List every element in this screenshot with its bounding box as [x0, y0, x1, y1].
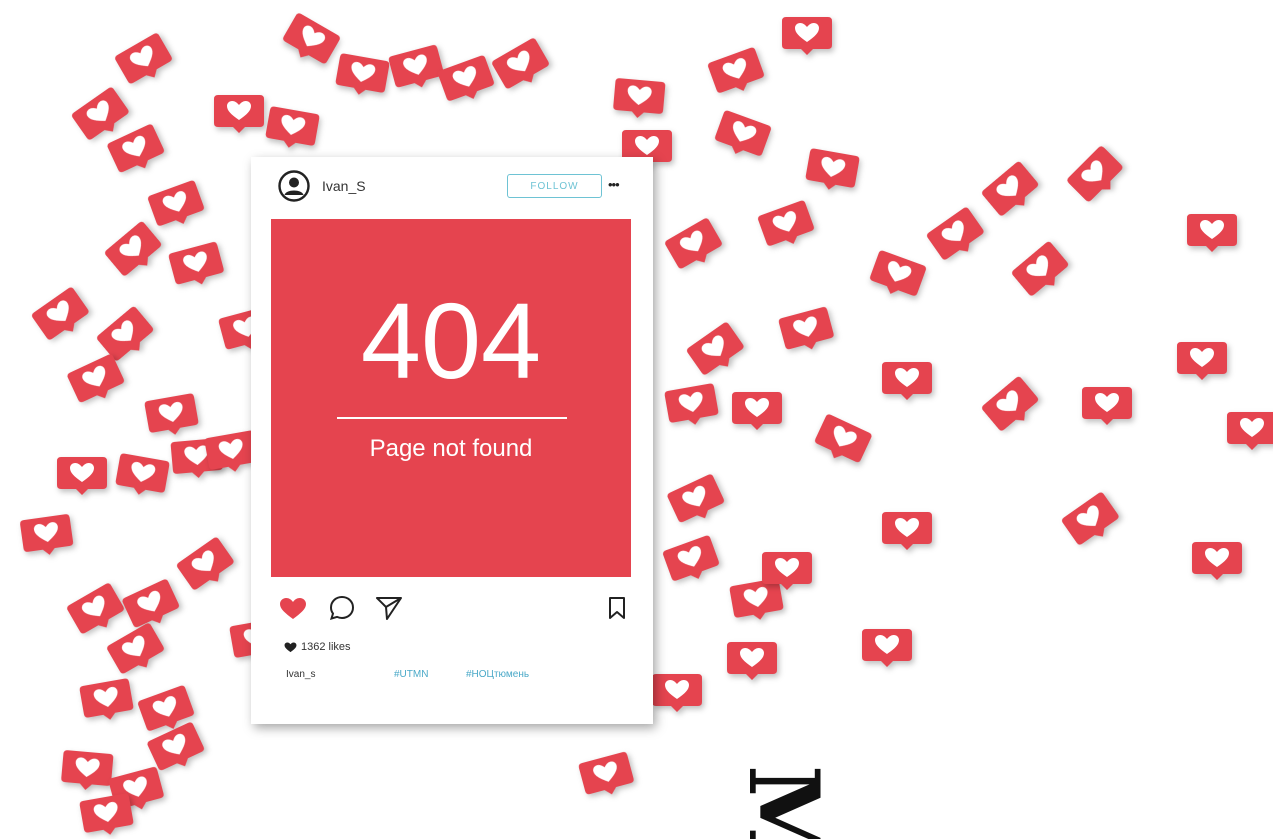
small-heart-icon	[284, 641, 297, 652]
heart-notification-icon	[923, 203, 991, 268]
user-avatar-icon[interactable]	[278, 170, 310, 202]
heart-notification-icon	[809, 411, 876, 472]
heart-notification-icon	[575, 749, 638, 804]
error-code: 404	[360, 280, 542, 401]
heart-notification-icon	[780, 15, 834, 57]
heart-notification-icon	[144, 177, 209, 235]
heart-notification-icon	[77, 676, 137, 727]
heart-notification-icon	[1185, 212, 1239, 254]
heart-notification-icon	[63, 579, 131, 642]
heart-notification-icon	[683, 318, 751, 383]
heart-notification-icon	[659, 532, 724, 590]
heart-notification-icon	[17, 511, 76, 560]
heart-notification-icon	[704, 44, 769, 102]
error-divider	[337, 417, 567, 419]
heart-notification-icon	[142, 391, 202, 442]
heart-notification-icon	[77, 791, 137, 839]
heart-notification-icon	[709, 107, 774, 165]
page-stage: Ivan_S FOLLOW ••• 404 Page not found 136…	[0, 0, 1273, 839]
heart-notification-icon	[165, 239, 228, 294]
heart-notification-icon	[610, 76, 667, 123]
heart-notification-icon	[880, 360, 934, 402]
heart-notification-icon	[1063, 142, 1131, 210]
heart-notification-icon	[55, 455, 109, 497]
heart-notification-icon	[802, 146, 862, 197]
heart-notification-icon	[262, 104, 322, 155]
heart-notification-icon	[754, 197, 819, 255]
bookmark-icon[interactable]	[608, 596, 626, 620]
post-header: Ivan_S FOLLOW •••	[251, 157, 653, 217]
heart-notification-icon	[730, 390, 784, 432]
caption-row: Ivan_s #UTMN #НОЦтюмень	[286, 669, 626, 683]
heart-notification-icon	[1008, 238, 1076, 305]
heart-notification-icon	[1175, 340, 1229, 382]
heart-notification-icon	[1058, 488, 1126, 553]
heart-notification-icon	[1190, 540, 1244, 582]
heart-icon[interactable]	[279, 597, 307, 621]
post-username[interactable]: Ivan_S	[322, 178, 366, 194]
post-image: 404 Page not found	[271, 219, 631, 577]
heart-notification-icon	[880, 510, 934, 552]
heart-notification-icon	[276, 9, 344, 72]
send-icon[interactable]	[375, 595, 403, 621]
error-message: Page not found	[369, 435, 533, 462]
more-options-icon[interactable]: •••	[608, 178, 628, 191]
heart-notification-icon	[212, 93, 266, 135]
hashtag-link[interactable]: #НОЦтюмень	[466, 669, 529, 680]
bottom-letter: M	[727, 764, 841, 839]
heart-notification-icon	[662, 381, 722, 432]
follow-button[interactable]: FOLLOW	[507, 174, 602, 198]
heart-notification-icon	[111, 29, 179, 92]
comment-icon[interactable]	[329, 595, 355, 621]
heart-notification-icon	[332, 51, 392, 102]
heart-notification-icon	[650, 672, 704, 714]
heart-notification-icon	[775, 304, 838, 359]
likes-count[interactable]: 1362 likes	[301, 641, 351, 653]
heart-notification-icon	[860, 627, 914, 669]
heart-notification-icon	[112, 451, 172, 502]
heart-notification-icon	[103, 619, 171, 682]
heart-notification-icon	[978, 373, 1046, 440]
heart-notification-icon	[1080, 385, 1134, 427]
heart-notification-icon	[661, 214, 729, 277]
heart-notification-icon	[1225, 410, 1273, 452]
heart-notification-icon	[978, 158, 1046, 225]
heart-notification-icon	[28, 283, 96, 348]
caption-username[interactable]: Ivan_s	[286, 669, 315, 680]
heart-notification-icon	[173, 533, 241, 598]
heart-notification-icon	[725, 640, 779, 682]
heart-notification-icon	[664, 471, 731, 532]
hashtag-link[interactable]: #UTMN	[394, 669, 428, 680]
post-card: Ivan_S FOLLOW ••• 404 Page not found 136…	[251, 157, 653, 724]
heart-notification-icon	[760, 550, 814, 592]
heart-notification-icon	[864, 247, 929, 305]
likes-row: 1362 likes	[284, 639, 351, 655]
